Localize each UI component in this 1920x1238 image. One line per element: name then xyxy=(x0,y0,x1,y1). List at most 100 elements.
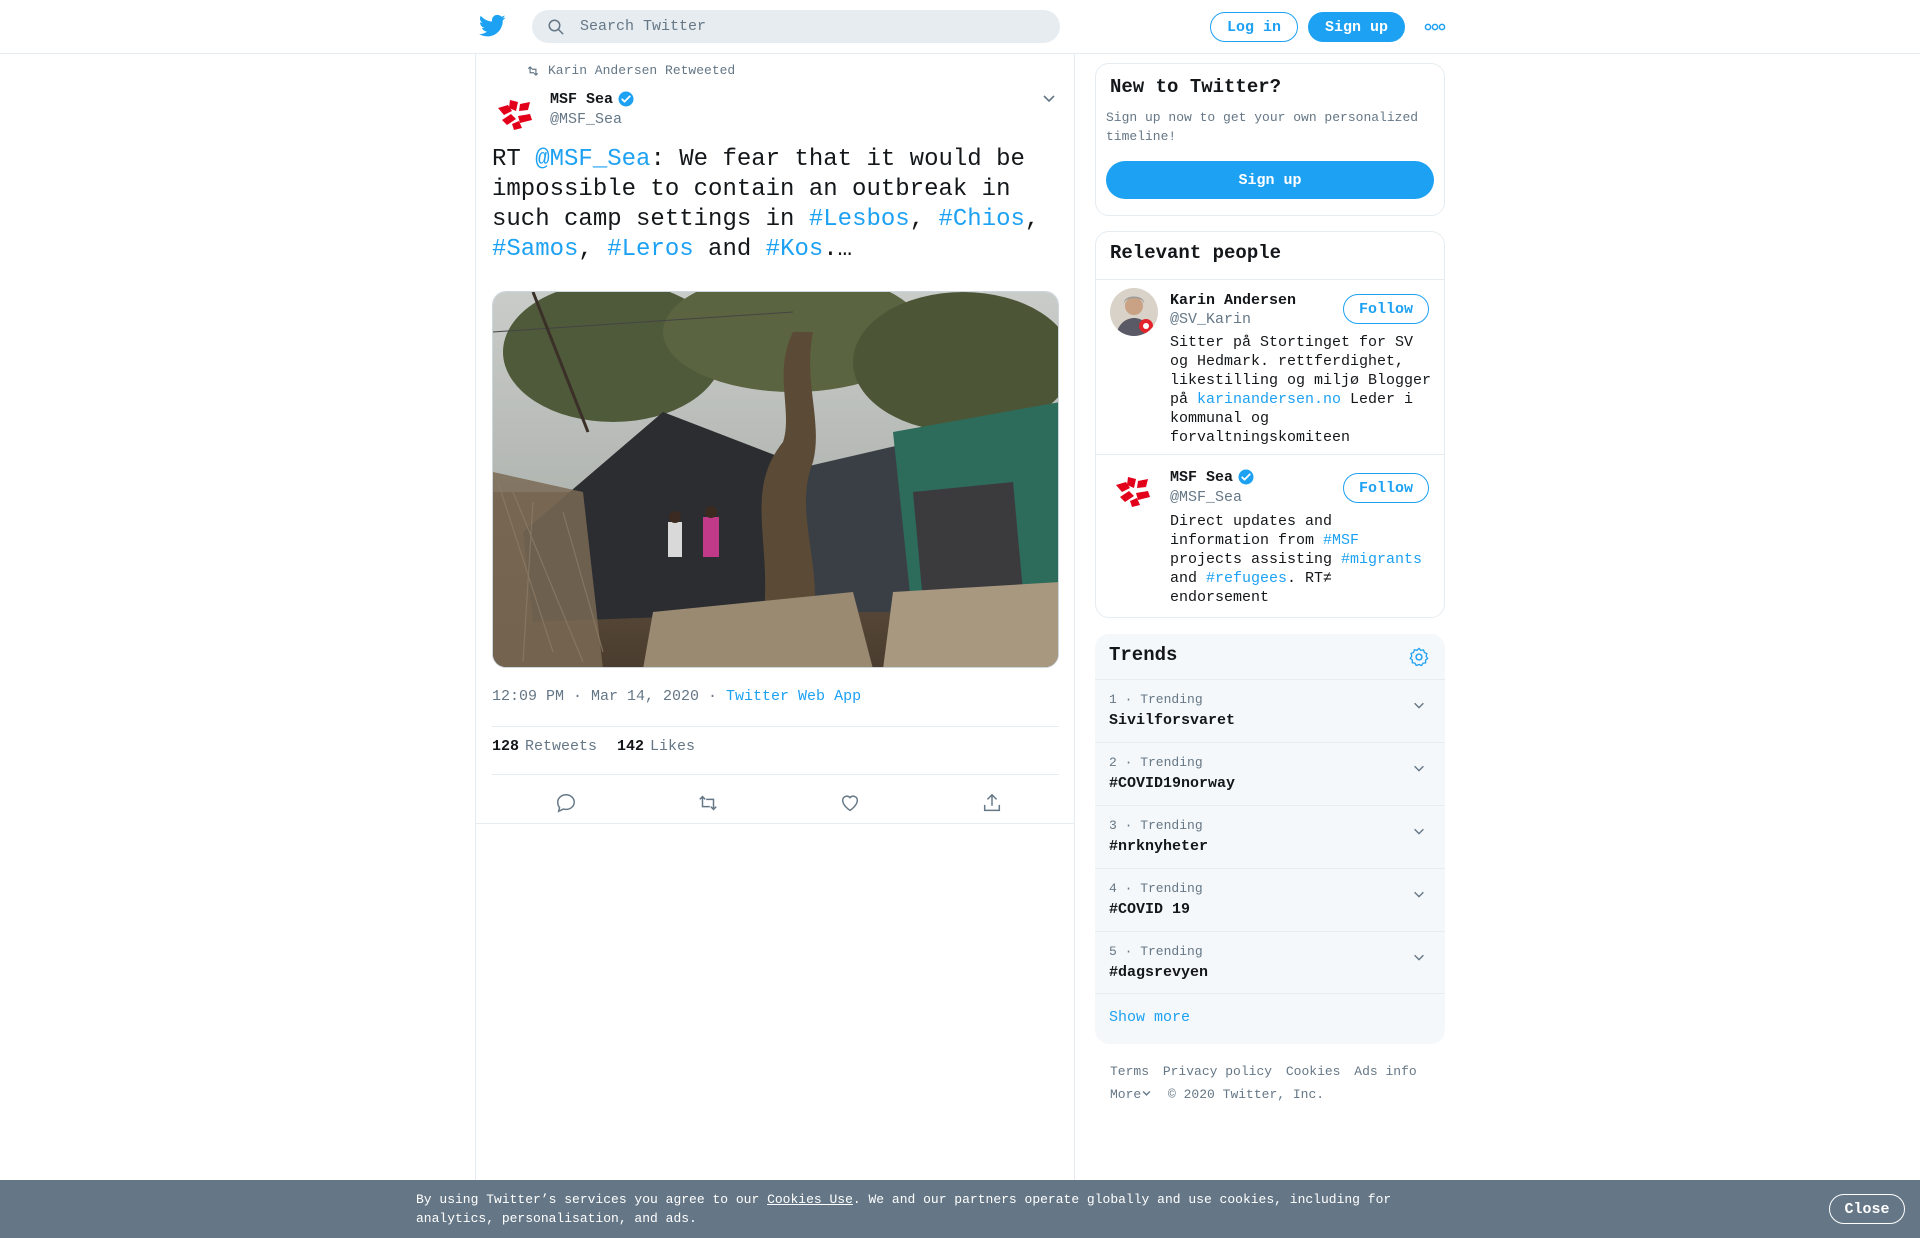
trends-card: Trends 1 · Trending Sivilforsvaret 2 · T… xyxy=(1095,634,1445,1044)
trend-meta: 1 · Trending xyxy=(1109,692,1203,707)
show-more-link[interactable]: Show more xyxy=(1095,993,1445,1044)
chevron-down-icon[interactable] xyxy=(1412,761,1426,775)
more-options-icon[interactable] xyxy=(1424,22,1446,32)
inline-link[interactable]: #MSF xyxy=(1323,532,1359,549)
author-name-text[interactable]: MSF Sea xyxy=(550,91,613,108)
footer-link-privacy[interactable]: Privacy policy xyxy=(1163,1064,1272,1079)
inline-link[interactable]: #Lesbos xyxy=(809,206,910,233)
trend-item[interactable]: 4 · Trending #COVID⁠ 19 xyxy=(1095,868,1445,931)
text-segment: .… xyxy=(823,236,853,263)
tweet-source-link[interactable]: Twitter Web App xyxy=(726,688,861,705)
retweet-action-icon[interactable] xyxy=(697,792,719,814)
copyright: © 2020 Twitter, Inc. xyxy=(1168,1087,1325,1102)
search-box[interactable] xyxy=(532,10,1060,43)
msf-avatar[interactable] xyxy=(492,90,540,138)
trend-item[interactable]: 3 · Trending #nrknyheter xyxy=(1095,805,1445,868)
inline-link[interactable]: #Leros xyxy=(607,236,693,263)
trend-item[interactable]: 2 · Trending #COVID19norway xyxy=(1095,742,1445,805)
chevron-down-icon[interactable] xyxy=(1412,824,1426,838)
trend-name[interactable]: #COVID19norway xyxy=(1109,775,1235,792)
person-name[interactable]: Karin Andersen xyxy=(1170,292,1296,309)
divider xyxy=(492,726,1059,727)
trend-meta: 5 · Trending xyxy=(1109,944,1203,959)
refugee-camp-photo xyxy=(493,292,1058,667)
text-segment: and xyxy=(693,236,766,263)
follow-button[interactable]: Follow xyxy=(1343,294,1429,324)
text-segment: , xyxy=(1024,206,1040,233)
tweet-timestamp[interactable]: 12:09 PM · Mar 14, 2020 · xyxy=(492,688,726,705)
trend-name[interactable]: #nrknyheter xyxy=(1109,838,1208,855)
search-icon xyxy=(548,19,564,35)
tweet-text: RT @MSF_Sea: We fear that it would be im… xyxy=(492,145,1064,265)
follow-button[interactable]: Follow xyxy=(1343,473,1429,503)
chevron-down-icon xyxy=(1142,1090,1151,1096)
chevron-down-icon[interactable] xyxy=(1412,950,1426,964)
card-description: Sign up now to get your own personalized… xyxy=(1106,110,1419,144)
chevron-down-icon[interactable] xyxy=(1412,698,1426,712)
divider xyxy=(476,823,1074,824)
top-bar: Log in Sign up xyxy=(0,0,1920,54)
text-segment: and xyxy=(1170,570,1207,587)
person-name-text[interactable]: MSF Sea xyxy=(1170,469,1233,486)
retweet-count[interactable]: 128 Retweets xyxy=(492,738,597,755)
card-title: Relevant people xyxy=(1110,242,1282,264)
divider xyxy=(1096,454,1444,455)
cookies-use-link[interactable]: Cookies Use xyxy=(767,1192,853,1207)
like-icon[interactable] xyxy=(839,792,861,814)
person-handle[interactable]: @MSF_Sea xyxy=(1170,489,1242,506)
trend-meta: 2 · Trending xyxy=(1109,755,1203,770)
trend-meta: 3 · Trending xyxy=(1109,818,1203,833)
divider xyxy=(1096,279,1444,280)
trend-name[interactable]: #COVID⁠ 19 xyxy=(1109,901,1190,918)
inline-link[interactable]: #Chios xyxy=(939,206,1025,233)
inline-link[interactable]: #migrants xyxy=(1341,551,1422,568)
login-button[interactable]: Log in xyxy=(1210,12,1298,42)
chevron-down-icon[interactable] xyxy=(1412,887,1426,901)
text-segment: projects assisting xyxy=(1170,551,1342,568)
trend-item[interactable]: 1 · Trending Sivilforsvaret xyxy=(1095,679,1445,742)
cookie-text: By using Twitter’s services you agree to… xyxy=(416,1192,1392,1226)
person-name[interactable]: MSF Sea xyxy=(1170,468,1255,486)
retweeted-by-text[interactable]: Karin Andersen Retweeted xyxy=(548,63,735,78)
inline-link[interactable]: #Samos xyxy=(492,236,578,263)
inline-link[interactable]: karinandersen.no xyxy=(1197,391,1341,408)
footer-more-link[interactable]: More xyxy=(1110,1087,1152,1102)
trend-name[interactable]: #dagsrevyen xyxy=(1109,964,1208,981)
text-segment: , xyxy=(578,236,608,263)
signup-button[interactable]: Sign up xyxy=(1308,12,1405,42)
sidebar-footer: Terms Privacy policy Cookies Ads info Mo… xyxy=(1110,1060,1430,1106)
relevant-people-card: Relevant people Karin Andersen @SV_Karin… xyxy=(1095,231,1445,618)
verified-badge-icon xyxy=(618,91,634,107)
retweet-context: Karin Andersen Retweeted xyxy=(526,63,735,78)
settings-gear-icon[interactable] xyxy=(1408,646,1430,668)
karin-avatar[interactable] xyxy=(1110,288,1158,336)
trend-name[interactable]: Sivilforsvaret xyxy=(1109,712,1235,729)
like-count[interactable]: 142 Likes xyxy=(617,738,695,755)
tweet-actions xyxy=(492,784,1059,822)
card-title: Trends xyxy=(1109,644,1178,666)
inline-link[interactable]: #Kos xyxy=(766,236,824,263)
footer-link-cookies[interactable]: Cookies xyxy=(1286,1064,1341,1079)
chevron-down-icon[interactable] xyxy=(1041,90,1057,106)
footer-link-terms[interactable]: Terms xyxy=(1110,1064,1149,1079)
footer-link-ads[interactable]: Ads info xyxy=(1354,1064,1416,1079)
inline-link[interactable]: #refugees xyxy=(1206,570,1287,587)
tweet-author-name[interactable]: MSF Sea xyxy=(550,90,635,108)
person-handle[interactable]: @SV_Karin xyxy=(1170,311,1251,328)
person-bio: Direct updates and information from #MSF… xyxy=(1170,512,1432,607)
verified-badge-icon xyxy=(1238,469,1254,485)
twitter-logo-icon[interactable] xyxy=(479,14,506,38)
reply-icon[interactable] xyxy=(555,792,577,814)
sidebar-signup-button[interactable]: Sign up xyxy=(1106,161,1434,199)
trend-item[interactable]: 5 · Trending #dagsrevyen xyxy=(1095,931,1445,994)
msf-avatar[interactable] xyxy=(1110,467,1158,515)
close-button[interactable]: Close xyxy=(1829,1194,1905,1224)
share-icon[interactable] xyxy=(981,792,1003,814)
show-more-text[interactable]: Show more xyxy=(1109,1009,1190,1026)
tweet-author-handle[interactable]: @MSF_Sea xyxy=(550,111,622,128)
divider xyxy=(492,774,1059,775)
tweet-photo[interactable] xyxy=(492,291,1059,668)
tweet-stats: 128 Retweets 142 Likes xyxy=(492,738,695,755)
inline-link[interactable]: @MSF_Sea xyxy=(535,146,650,173)
search-input[interactable] xyxy=(580,10,1040,43)
